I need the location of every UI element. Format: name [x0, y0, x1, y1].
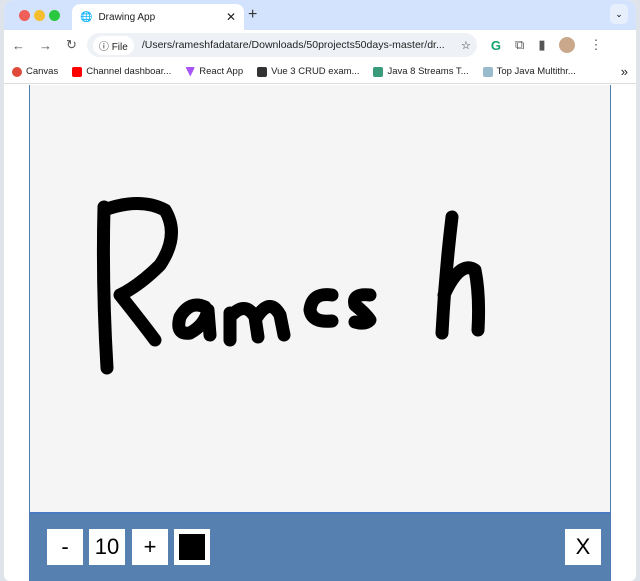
bookmark-vue-crud[interactable]: Vue 3 CRUD exam... [257, 66, 359, 77]
grammarly-icon[interactable]: G [491, 38, 501, 53]
size-value: 10 [89, 529, 125, 565]
bookmark-channel-dashboard[interactable]: Channel dashboar... [72, 66, 171, 77]
back-icon[interactable]: ← [12, 38, 25, 53]
bookmark-label: Java 8 Streams T... [387, 66, 469, 77]
bookmark-java-streams[interactable]: Java 8 Streams T... [373, 66, 469, 77]
url-text: /Users/rameshfadatare/Downloads/50projec… [141, 39, 445, 51]
extensions-icon[interactable]: ⧉ [515, 37, 524, 53]
drawing-ramesh [96, 197, 486, 375]
address-bar[interactable]: ⓘ File /Users/rameshfadatare/Downloads/5… [86, 33, 477, 57]
site-icon [482, 66, 493, 77]
maximize-window-button[interactable] [49, 10, 60, 21]
file-label: File [111, 41, 128, 53]
bookmark-label: Canvas [26, 66, 59, 77]
color-swatch [179, 534, 205, 560]
forward-icon[interactable]: → [39, 38, 52, 53]
toolbox: - 10 + X [30, 512, 610, 581]
d-icon [373, 66, 384, 77]
tab-bar: 🌐 Drawing App ✕ + ⌄ [4, 0, 636, 30]
close-tab-icon[interactable]: ✕ [226, 10, 236, 24]
color-picker[interactable] [174, 529, 210, 565]
tab-search-button[interactable]: ⌄ [610, 4, 628, 24]
site-icon [257, 66, 268, 77]
decrease-size-button[interactable]: - [47, 529, 83, 565]
sidebar-icon[interactable]: ▮ [538, 37, 545, 53]
bookmark-canvas[interactable]: Canvas [12, 66, 58, 77]
star-icon[interactable]: ☆ [461, 39, 471, 52]
tab-title: Drawing App [98, 11, 156, 23]
drawing-canvas[interactable] [30, 85, 612, 512]
bookmarks-bar: Canvas Channel dashboar... React App Vue… [4, 60, 636, 84]
bookmark-react-app[interactable]: React App [185, 66, 243, 77]
drawing-app: - 10 + X [29, 85, 611, 581]
increase-size-button[interactable]: + [132, 529, 168, 565]
tab-drawing-app[interactable]: 🌐 Drawing App ✕ [72, 4, 244, 30]
file-chip[interactable]: ⓘ File [92, 35, 134, 55]
browser-toolbar: ← → ↻ ⓘ File /Users/rameshfadatare/Downl… [4, 30, 636, 60]
menu-icon[interactable]: ⋮ [589, 37, 602, 53]
globe-icon: 🌐 [80, 11, 93, 23]
youtube-icon [72, 66, 83, 77]
minimize-window-button[interactable] [34, 10, 45, 21]
browser-window: 🌐 Drawing App ✕ + ⌄ ← → ↻ ⓘ File /Users/… [4, 0, 636, 581]
bookmark-java-multithreading[interactable]: Top Java Multithr... [482, 66, 576, 77]
clear-button[interactable]: X [565, 529, 601, 565]
reload-icon[interactable]: ↻ [66, 37, 77, 53]
new-tab-button[interactable]: + [248, 6, 257, 24]
close-window-button[interactable] [19, 10, 30, 21]
bookmarks-overflow[interactable]: » [621, 64, 628, 79]
avatar[interactable] [559, 37, 576, 53]
bookmark-label: Top Java Multithr... [496, 66, 576, 77]
vite-icon [185, 66, 196, 77]
bookmark-label: Vue 3 CRUD exam... [271, 66, 360, 77]
bookmark-label: React App [199, 66, 244, 77]
bookmark-label: Channel dashboar... [86, 66, 172, 77]
canvas-icon [12, 66, 22, 77]
